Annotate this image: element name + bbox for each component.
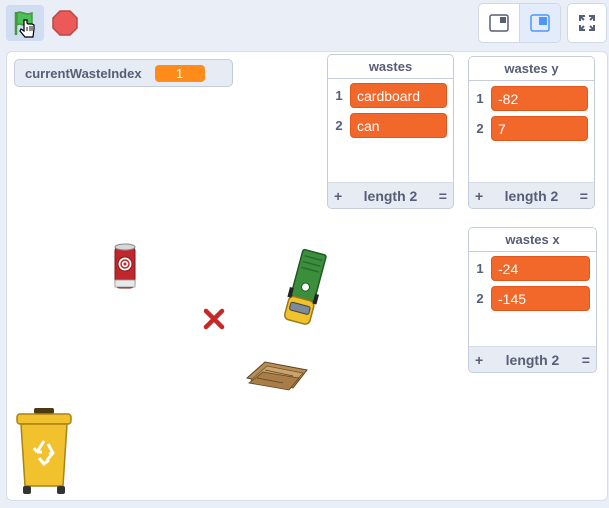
recycle-bin-sprite[interactable]	[13, 404, 75, 496]
list-item-index: 1	[476, 90, 484, 106]
green-flag-icon	[14, 11, 35, 38]
list-length: length 2	[504, 187, 559, 204]
fullscreen-button[interactable]	[567, 3, 607, 43]
truck-sprite[interactable]	[279, 247, 331, 332]
green-flag-button[interactable]	[6, 5, 44, 41]
stop-sign-icon	[52, 10, 78, 36]
small-stage-button[interactable]	[479, 4, 520, 42]
stage-size-toggle	[478, 3, 561, 43]
small-stage-icon	[489, 14, 509, 32]
list-item: 2 7	[469, 115, 588, 141]
list-item: 1 -24	[469, 255, 590, 281]
add-item-button[interactable]: +	[475, 188, 483, 204]
list-title: wastes y	[469, 57, 594, 81]
list-item-value[interactable]: -82	[491, 85, 588, 111]
list-item-value[interactable]: 7	[491, 115, 588, 141]
variable-name: currentWasteIndex	[25, 65, 142, 81]
list-body[interactable]: 1 cardboard 2 can	[328, 79, 453, 183]
list-item-index: 1	[476, 260, 484, 276]
can-sprite[interactable]	[111, 242, 139, 292]
list-footer: + length 2 =	[469, 182, 594, 208]
list-item: 2 can	[328, 112, 447, 138]
list-item-value[interactable]: can	[350, 112, 447, 138]
variable-monitor[interactable]: currentWasteIndex 1	[14, 59, 233, 87]
list-monitor-wastes-x[interactable]: wastes x 1 -24 2 -145 + length 2 =	[468, 227, 597, 373]
list-body[interactable]: 1 -24 2 -145	[469, 252, 596, 347]
normal-stage-button[interactable]	[519, 4, 560, 42]
stop-button[interactable]	[51, 9, 79, 37]
stage-header	[0, 0, 609, 46]
list-footer: + length 2 =	[328, 182, 453, 208]
list-title: wastes x	[469, 228, 596, 252]
add-item-button[interactable]: +	[334, 188, 342, 204]
resize-handle[interactable]: =	[580, 188, 588, 204]
list-item-index: 2	[476, 290, 484, 306]
list-item: 1 -82	[469, 85, 588, 111]
list-title: wastes	[328, 55, 453, 79]
list-item-index: 2	[335, 117, 343, 133]
list-item-value[interactable]: cardboard	[350, 82, 447, 108]
list-item-value[interactable]: -145	[491, 285, 590, 311]
list-monitor-wastes-y[interactable]: wastes y 1 -82 2 7 + length 2 =	[468, 56, 595, 209]
resize-handle[interactable]: =	[439, 188, 447, 204]
list-item-index: 2	[476, 120, 484, 136]
list-monitor-wastes[interactable]: wastes 1 cardboard 2 can + length 2 =	[327, 54, 454, 209]
cardboard-sprite[interactable]	[243, 356, 313, 394]
list-footer: + length 2 =	[469, 346, 596, 372]
list-item-value[interactable]: -24	[491, 255, 590, 281]
list-body[interactable]: 1 -82 2 7	[469, 81, 594, 183]
fullscreen-icon	[579, 15, 595, 31]
variable-value: 1	[154, 64, 205, 82]
list-item-index: 1	[335, 87, 343, 103]
normal-stage-icon	[530, 14, 550, 32]
list-length: length 2	[505, 351, 560, 368]
add-item-button[interactable]: +	[475, 352, 483, 368]
list-item: 1 cardboard	[328, 82, 447, 108]
x-mark-sprite[interactable]	[202, 307, 226, 331]
list-length: length 2	[363, 187, 418, 204]
stage[interactable]: currentWasteIndex 1 wastes 1 cardboard 2…	[6, 51, 608, 501]
resize-handle[interactable]: =	[582, 352, 590, 368]
list-item: 2 -145	[469, 285, 590, 311]
